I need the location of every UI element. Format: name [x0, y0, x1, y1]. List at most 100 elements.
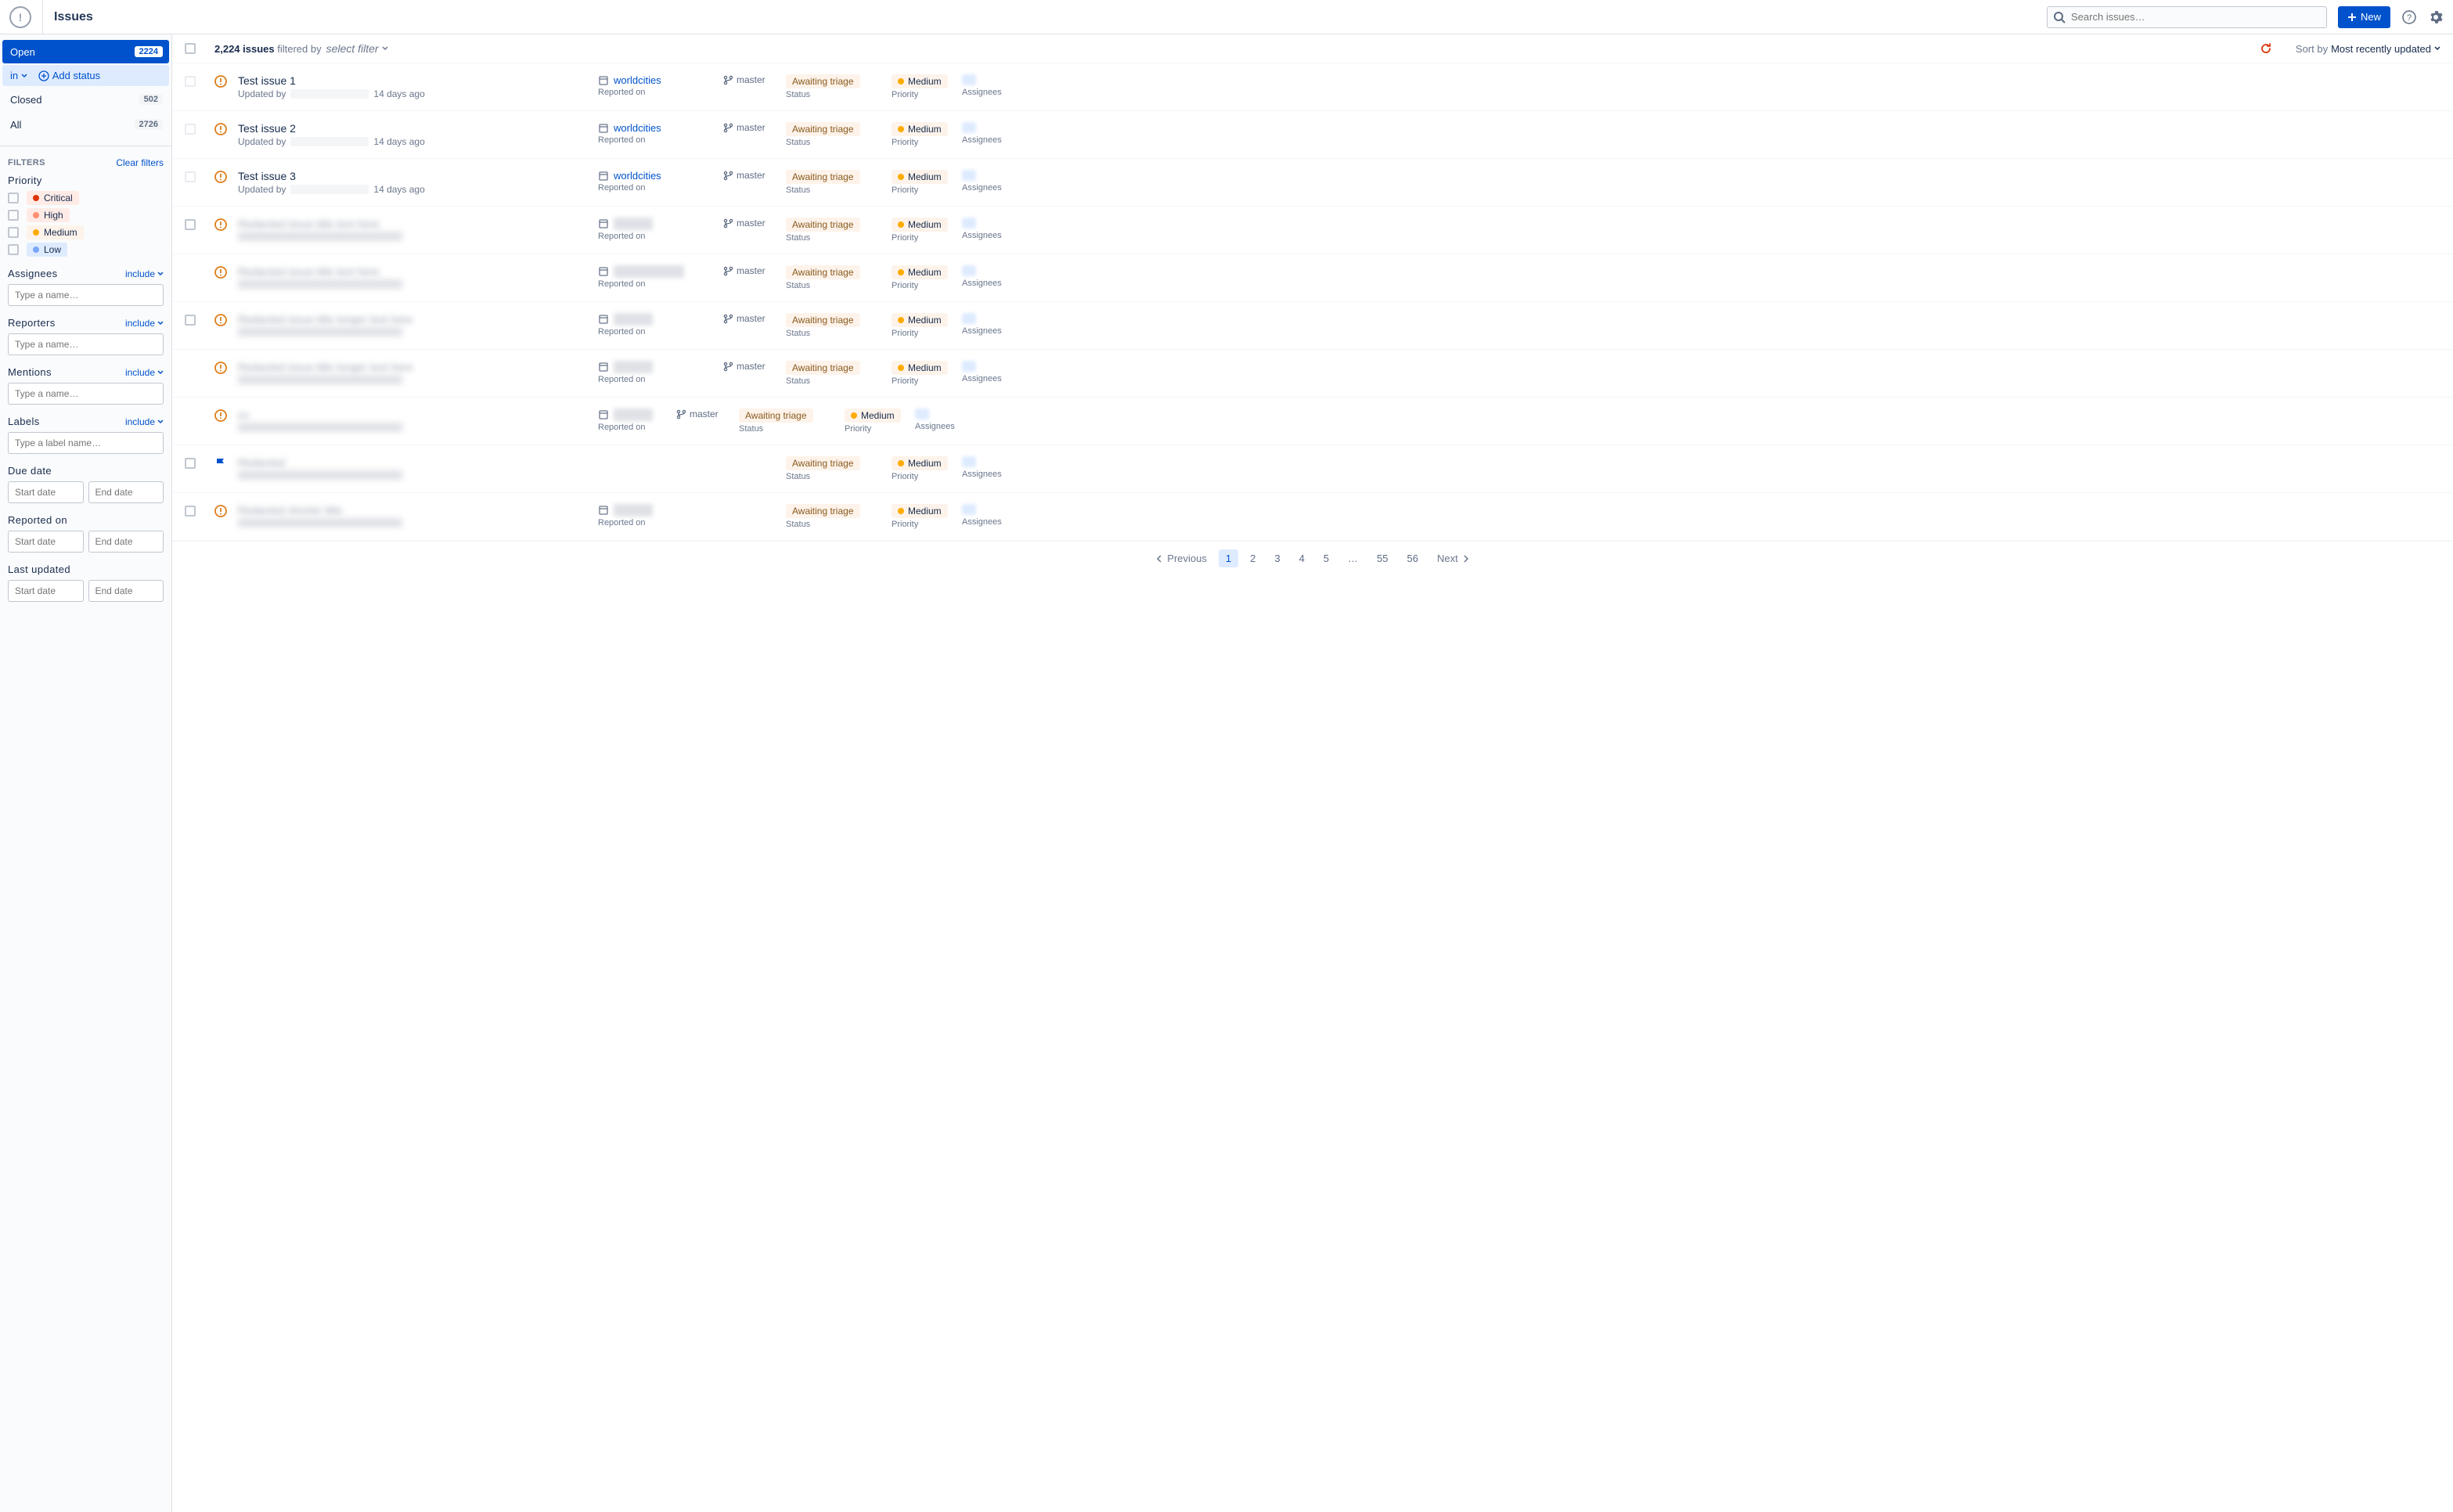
mentions-include-toggle[interactable]: include: [125, 367, 164, 378]
status-label: Status: [786, 185, 892, 195]
issue-row[interactable]: Test issue 1Updated by14 days ago worldc…: [172, 63, 2453, 111]
repo-link[interactable]: [598, 504, 723, 517]
issue-checkbox[interactable]: [185, 171, 196, 182]
issue-checkbox[interactable]: [185, 315, 196, 326]
assignees-label: Assignees: [962, 374, 1002, 383]
issue-row[interactable]: xx Reported on master Awaiting triage St…: [172, 398, 2453, 445]
reporters-input[interactable]: [8, 333, 164, 355]
issue-title: Redacted issue title text here: [238, 218, 598, 230]
due-date-start[interactable]: [8, 481, 84, 503]
settings-icon[interactable]: [2428, 9, 2444, 25]
issue-row[interactable]: Redacted issue title longer text here Re…: [172, 302, 2453, 350]
repo-link[interactable]: [598, 361, 723, 373]
priority-option-high[interactable]: High: [8, 208, 164, 222]
assignee-avatar[interactable]: [962, 456, 976, 467]
priority-option-low[interactable]: Low: [8, 243, 164, 257]
repo-link[interactable]: [598, 313, 723, 326]
page-number-55[interactable]: 55: [1370, 549, 1395, 567]
page-number-4[interactable]: 4: [1292, 549, 1312, 567]
clear-filters-link[interactable]: Clear filters: [116, 157, 164, 168]
app-header: ! Issues New ?: [0, 0, 2453, 34]
branch-icon: [723, 362, 733, 372]
search-input[interactable]: [2047, 6, 2327, 28]
alert-icon: [214, 123, 227, 135]
last-updated-start[interactable]: [8, 580, 84, 602]
assignee-avatar[interactable]: [962, 265, 976, 276]
repo-link[interactable]: [598, 218, 723, 230]
issue-checkbox[interactable]: [185, 76, 196, 87]
priority-label: Priority: [892, 520, 962, 529]
alert-icon: [214, 362, 227, 374]
assignee-avatar[interactable]: [915, 409, 929, 419]
priority-checkbox[interactable]: [8, 227, 19, 238]
repo-link[interactable]: [598, 265, 723, 278]
issue-row[interactable]: Redacted issue title longer text here Re…: [172, 350, 2453, 398]
issue-row[interactable]: Redacted issue title text here Reported …: [172, 254, 2453, 302]
repo-link[interactable]: worldcities: [598, 170, 723, 182]
page-number-1[interactable]: 1: [1219, 549, 1238, 567]
alert-icon: [214, 505, 227, 517]
issue-title: Redacted issue title text here: [238, 265, 598, 278]
priority-checkbox[interactable]: [8, 244, 19, 255]
status-filter-open[interactable]: Open2224: [2, 40, 169, 63]
issue-row[interactable]: Test issue 3Updated by14 days ago worldc…: [172, 159, 2453, 207]
branch-icon: [723, 266, 733, 276]
priority-checkbox[interactable]: [8, 193, 19, 203]
assignee-avatar[interactable]: [962, 122, 976, 133]
reported-on-label: Reported on: [598, 518, 723, 527]
priority-option-critical[interactable]: Critical: [8, 191, 164, 205]
refresh-icon[interactable]: [2260, 42, 2272, 55]
assignee-avatar[interactable]: [962, 313, 976, 324]
labels-input[interactable]: [8, 432, 164, 454]
app-logo-icon[interactable]: !: [9, 6, 31, 28]
assignee-avatar[interactable]: [962, 504, 976, 515]
issue-row[interactable]: Test issue 2Updated by14 days ago worldc…: [172, 111, 2453, 159]
priority-checkbox[interactable]: [8, 210, 19, 221]
assignee-avatar[interactable]: [962, 170, 976, 181]
issue-row[interactable]: Redacted issue title text here Reported …: [172, 207, 2453, 254]
select-all-checkbox[interactable]: [185, 43, 196, 54]
issue-checkbox[interactable]: [185, 506, 196, 517]
status-badge: Awaiting triage: [786, 456, 860, 470]
assignee-avatar[interactable]: [962, 218, 976, 229]
prev-page-button[interactable]: Previous: [1149, 549, 1214, 567]
mentions-input[interactable]: [8, 383, 164, 405]
select-filter-dropdown[interactable]: select filter: [326, 42, 388, 55]
page-number-5[interactable]: 5: [1317, 549, 1336, 567]
branch-name: master: [737, 74, 765, 85]
issue-checkbox[interactable]: [185, 124, 196, 135]
reported-on-start[interactable]: [8, 531, 84, 553]
issue-checkbox[interactable]: [185, 458, 196, 469]
repo-link[interactable]: worldcities: [598, 122, 723, 134]
page-number-2[interactable]: 2: [1243, 549, 1263, 567]
last-updated-end[interactable]: [88, 580, 164, 602]
page-number-56[interactable]: 56: [1400, 549, 1425, 567]
status-label: Status: [786, 376, 892, 386]
branch-icon: [723, 123, 733, 133]
assignee-avatar[interactable]: [962, 361, 976, 372]
repo-link[interactable]: worldcities: [598, 74, 723, 86]
issue-row[interactable]: Redacted shorter title Reported on Await…: [172, 493, 2453, 541]
status-filter-closed[interactable]: Closed502: [2, 88, 169, 111]
due-date-end[interactable]: [88, 481, 164, 503]
assignees-input[interactable]: [8, 284, 164, 306]
new-button[interactable]: New: [2338, 6, 2390, 28]
labels-include-toggle[interactable]: include: [125, 416, 164, 427]
page-number-3[interactable]: 3: [1267, 549, 1287, 567]
assignee-avatar[interactable]: [962, 74, 976, 85]
issue-checkbox[interactable]: [185, 219, 196, 230]
reported-on-end[interactable]: [88, 531, 164, 553]
help-icon[interactable]: ?: [2401, 9, 2417, 25]
add-status-button[interactable]: Add status: [38, 70, 100, 81]
priority-option-medium[interactable]: Medium: [8, 225, 164, 239]
status-filter-all[interactable]: All2726: [2, 113, 169, 136]
reporters-include-toggle[interactable]: include: [125, 318, 164, 329]
file-icon: [598, 171, 609, 182]
next-page-button[interactable]: Next: [1430, 549, 1476, 567]
sort-dropdown[interactable]: Most recently updated: [2331, 43, 2440, 55]
assignees-include-toggle[interactable]: include: [125, 268, 164, 279]
in-dropdown[interactable]: in: [10, 70, 27, 81]
priority-badge: Medium: [845, 409, 901, 423]
issue-row[interactable]: Redacted Awaiting triage Status Medium P…: [172, 445, 2453, 493]
file-icon: [598, 266, 609, 277]
